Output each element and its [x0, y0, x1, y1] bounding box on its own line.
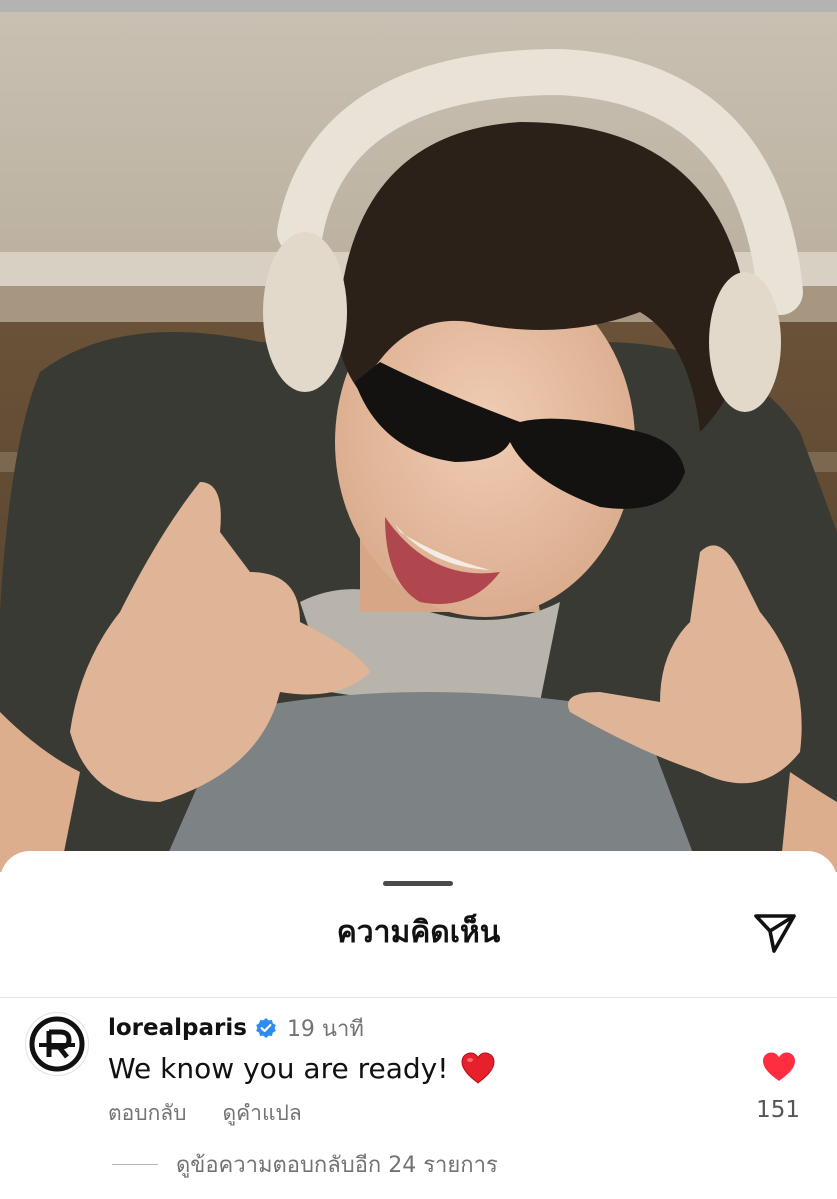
comment-text: We know you are ready! [108, 1051, 449, 1085]
verified-badge-icon [255, 1017, 277, 1039]
comment-actions: ตอบกลับ ดูคำแปล [108, 1097, 302, 1129]
like-button[interactable] [758, 1047, 800, 1087]
reply-button[interactable]: ตอบกลับ [108, 1097, 187, 1130]
heart-icon [763, 1052, 795, 1081]
comment-header: lorealparis 19 นาที [108, 1011, 364, 1045]
post-photo [0, 12, 837, 872]
red-heart-emoji-icon [460, 1051, 496, 1085]
comment-timestamp: 19 นาที [286, 1016, 364, 1042]
top-status-strip [0, 0, 837, 12]
like-count: 151 [756, 1097, 800, 1123]
view-replies-button[interactable]: ดูข้อความตอบกลับอีก 24 รายการ [112, 1148, 498, 1180]
share-button[interactable] [750, 907, 800, 957]
comment-body: We know you are ready! [108, 1048, 496, 1088]
drag-handle[interactable] [383, 881, 453, 886]
loreal-logo [29, 1016, 85, 1072]
paper-plane-icon [754, 914, 796, 953]
view-replies-label: ดูข้อความตอบกลับอีก 24 รายการ [176, 1152, 498, 1178]
see-translation-button[interactable]: ดูคำแปล [223, 1097, 302, 1130]
divider [0, 997, 837, 998]
replies-divider-line [112, 1163, 158, 1165]
avatar[interactable] [25, 1012, 89, 1076]
comment-username[interactable]: lorealparis [108, 1015, 247, 1041]
sheet-title: ความคิดเห็น [336, 915, 501, 950]
comments-sheet: ความคิดเห็น lorealparis 19 นาที We know … [0, 851, 837, 1199]
